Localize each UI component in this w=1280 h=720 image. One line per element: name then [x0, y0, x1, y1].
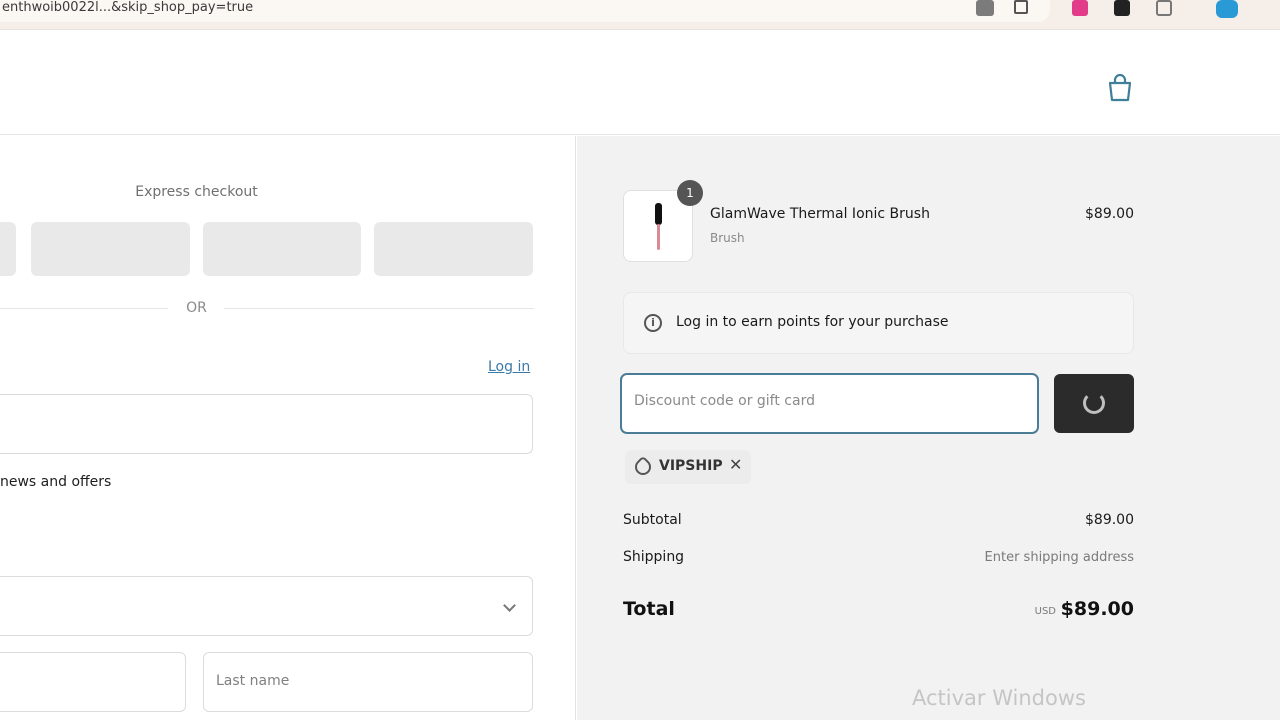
- product-variant: Brush: [710, 231, 745, 245]
- extension-icon[interactable]: [1072, 0, 1088, 16]
- last-name-placeholder: Last name: [216, 673, 290, 689]
- country-select[interactable]: [0, 576, 533, 636]
- shopping-bag-icon[interactable]: [1106, 73, 1134, 103]
- brush-image-handle: [657, 224, 660, 250]
- shipping-value: Enter shipping address: [984, 550, 1134, 565]
- total-label: Total: [623, 598, 675, 620]
- express-checkout-title: Express checkout: [135, 184, 258, 200]
- express-pay-button[interactable]: [31, 222, 190, 276]
- quantity-badge: 1: [677, 180, 703, 206]
- discount-input[interactable]: [634, 393, 1024, 409]
- brush-image: [655, 203, 662, 225]
- email-field[interactable]: [0, 394, 533, 454]
- express-pay-button[interactable]: [203, 222, 361, 276]
- info-icon: i: [644, 314, 662, 332]
- subtotal-label: Subtotal: [623, 512, 682, 528]
- extension-icon[interactable]: [976, 0, 994, 16]
- discount-code: VIPSHIP: [659, 458, 723, 474]
- earn-points-text: Log in to earn points for your purchase: [676, 314, 949, 330]
- login-link[interactable]: Log in: [488, 359, 530, 375]
- extension-icon[interactable]: [1114, 0, 1130, 16]
- product-price: $89.00: [1085, 206, 1134, 222]
- total-value: $89.00: [1060, 598, 1134, 620]
- applied-discount-tag: VIPSHIP ✕: [625, 450, 751, 484]
- earn-points-banner[interactable]: i Log in to earn points for your purchas…: [623, 292, 1134, 354]
- remove-discount-icon[interactable]: ✕: [729, 455, 742, 474]
- apply-discount-button[interactable]: [1054, 374, 1134, 433]
- express-pay-button[interactable]: [374, 222, 533, 276]
- browser-url-bar: enthwoib0022l...&skip_shop_pay=true: [0, 0, 1280, 30]
- last-name-field[interactable]: Last name: [203, 652, 533, 712]
- checkout-header: [0, 31, 1280, 135]
- currency-code: USD: [1034, 606, 1056, 617]
- discount-field[interactable]: [620, 373, 1039, 434]
- subtotal-value: $89.00: [1085, 512, 1134, 528]
- chevron-down-icon: [503, 599, 516, 612]
- product-name: GlamWave Thermal Ionic Brush: [710, 206, 930, 222]
- profile-icon[interactable]: [1216, 0, 1238, 18]
- first-name-field[interactable]: [0, 652, 186, 712]
- extension-icon[interactable]: [1014, 0, 1028, 14]
- extension-icon[interactable]: [1156, 0, 1172, 16]
- checkout-form: Express checkout OR Log in news and offe…: [0, 136, 576, 720]
- divider: [224, 308, 534, 309]
- tag-icon: [631, 455, 655, 479]
- shipping-label: Shipping: [623, 549, 685, 565]
- express-pay-button[interactable]: [0, 222, 16, 276]
- os-activation-watermark: Activar Windows: [912, 686, 1086, 710]
- news-offers-label: news and offers: [0, 474, 112, 490]
- order-summary: 1 GlamWave Thermal Ionic Brush Brush $89…: [577, 136, 1280, 720]
- address-bar[interactable]: enthwoib0022l...&skip_shop_pay=true: [0, 0, 1050, 22]
- loading-spinner-icon: [1083, 392, 1105, 414]
